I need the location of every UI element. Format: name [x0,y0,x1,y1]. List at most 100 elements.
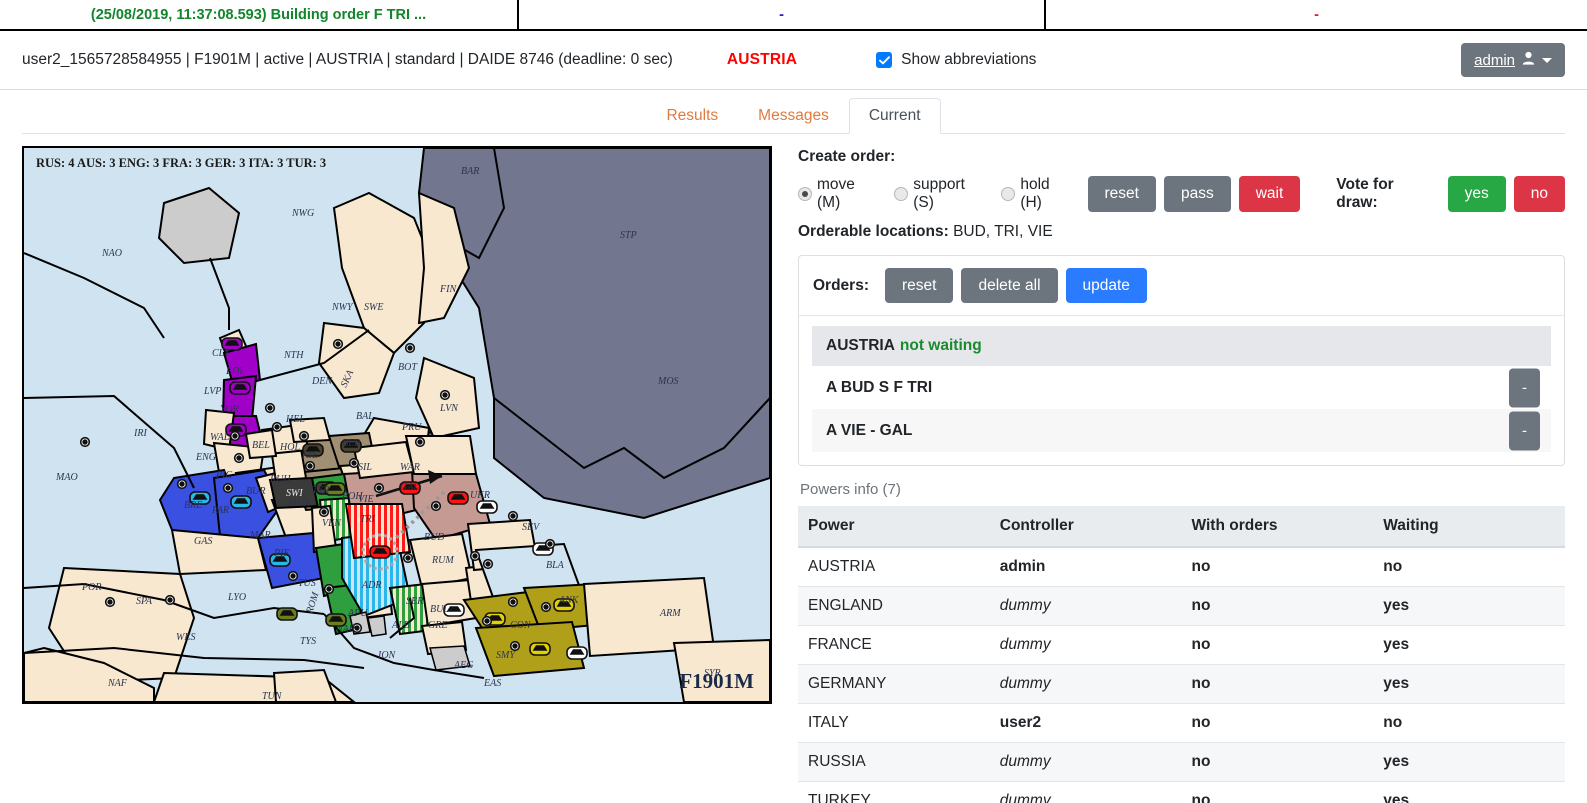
label-MAR: MAR [249,530,271,541]
radio-hold[interactable]: hold (H) [1001,176,1073,212]
label-ANK: ANK [558,595,580,606]
power-with-orders: no [1182,547,1374,587]
label-KIE: KIE [301,450,318,461]
unit-italy-rom [277,608,297,620]
label-BOT: BOT [398,362,418,373]
label-ALB: ALB [391,620,410,631]
radio-support-dot[interactable] [894,187,908,201]
label-LYO: LYO [227,592,246,603]
label-TRI: TRI [360,514,376,525]
label-BUR: BUR [246,486,265,497]
power-name: RUSSIA [798,743,990,782]
order-item-2-text: A VIE - GAL [826,422,912,440]
power-with-orders: no [1182,587,1374,626]
vote-no-button[interactable]: no [1514,176,1565,211]
orders-power-status: not waiting [900,337,982,354]
label-GAS: GAS [194,536,212,547]
table-row: TURKEY dummy no yes [798,782,1565,803]
current-power-badge: AUSTRIA [727,51,797,69]
orders-update-button[interactable]: update [1066,268,1147,303]
label-VEN: VEN [322,518,342,529]
tab-bar: Results Messages Current [0,90,1587,134]
radio-hold-dot[interactable] [1001,187,1015,201]
label-SER: SER [406,596,423,607]
label-STP: STP [620,230,637,241]
label-BAL: BAL [356,411,374,422]
orders-list: AUSTRIAnot waiting A BUD S F TRI - A VIE… [799,316,1564,465]
pass-button[interactable]: pass [1164,176,1231,211]
unit-austria-tri [370,546,390,558]
power-controller: dummy [990,626,1182,665]
show-abbreviations-toggle[interactable]: Show abbreviations [876,51,1036,69]
order-item-1-delete-button[interactable]: - [1509,368,1540,407]
label-SEV: SEV [522,522,541,533]
power-controller: dummy [990,743,1182,782]
orders-reset-button[interactable]: reset [885,268,953,303]
reset-order-button[interactable]: reset [1088,176,1156,211]
order-item-2[interactable]: A VIE - GAL - [812,409,1551,452]
table-row: RUSSIA dummy no yes [798,743,1565,782]
power-with-orders: no [1182,626,1374,665]
label-LVP: LVP [203,386,221,397]
label-EAS: EAS [483,678,501,689]
radio-move[interactable]: move (M) [798,176,880,212]
map-svg[interactable]: NAO NWG BAR STP MOS NWY SWE FIN BOT NTH … [24,148,770,702]
vote-yes-button[interactable]: yes [1448,176,1506,211]
radio-move-dot[interactable] [798,187,812,201]
label-LVN: LVN [439,403,459,414]
order-item-1[interactable]: A BUD S F TRI - [812,366,1551,409]
label-CLY: CLY [212,348,231,359]
label-NWG: NWG [291,208,314,219]
tab-current[interactable]: Current [849,98,941,135]
tab-results[interactable]: Results [646,98,738,135]
order-item-2-delete-button[interactable]: - [1509,411,1540,450]
label-DEN: DEN [311,376,333,387]
power-waiting: no [1373,547,1565,587]
map-phase-label: F1901M [679,669,754,694]
radio-hold-label: hold (H) [1020,176,1073,212]
label-RUH: RUH [269,474,291,485]
power-name: AUSTRIA [798,547,990,587]
power-controller: admin [990,547,1182,587]
label-GAL: GAL [400,482,419,493]
label-BRE: BRE [184,500,202,511]
table-row: FRANCE dummy no yes [798,626,1565,665]
orders-power-header: AUSTRIAnot waiting [812,326,1551,366]
label-ION: ION [377,650,397,661]
orderable-locations: Orderable locations: BUD, TRI, VIE [798,223,1565,241]
account-name-label: admin [1474,52,1515,69]
account-menu-button[interactable]: admin [1461,43,1565,77]
powers-info-table: Power Controller With orders Waiting AUS… [798,506,1565,803]
powers-table-header-row: Power Controller With orders Waiting [798,506,1565,547]
label-TUS: TUS [298,578,316,589]
unit-turkey-smy [530,643,550,655]
checkbox-checked-icon[interactable] [876,52,892,68]
orders-delete-all-button[interactable]: delete all [961,268,1057,303]
unit-russia-4 [567,647,587,659]
radio-support[interactable]: support (S) [894,176,987,212]
power-with-orders: no [1182,665,1374,704]
label-TYS: TYS [300,636,316,647]
user-icon [1522,51,1535,69]
label-AEG: AEG [453,660,473,671]
tab-messages[interactable]: Messages [738,98,849,135]
chevron-down-icon [1542,58,1552,63]
map-panel: NAO NWG BAR STP MOS NWY SWE FIN BOT NTH … [22,146,772,803]
label-APU: APU [347,608,368,619]
label-UKR: UKR [470,490,490,501]
orderable-locations-values: BUD, TRI, VIE [953,223,1053,240]
unit-russia-1 [477,501,497,513]
label-EDI: EDI [225,366,243,377]
show-abbreviations-label: Show abbreviations [901,51,1036,69]
col-controller: Controller [990,506,1182,547]
label-HOL: HOL [279,442,300,453]
notification-strip: (25/08/2019, 11:37:08.593) Building orde… [0,0,1587,31]
power-waiting: yes [1373,626,1565,665]
wait-button[interactable]: wait [1239,176,1301,211]
label-NWY: NWY [331,302,354,313]
label-MOS: MOS [657,376,679,387]
power-waiting: yes [1373,782,1565,803]
supply-center-counts: RUS: 4 AUS: 3 ENG: 3 FRA: 3 GER: 3 ITA: … [36,156,326,171]
label-CON: CON [510,620,532,631]
diplomacy-map[interactable]: NAO NWG BAR STP MOS NWY SWE FIN BOT NTH … [22,146,772,704]
